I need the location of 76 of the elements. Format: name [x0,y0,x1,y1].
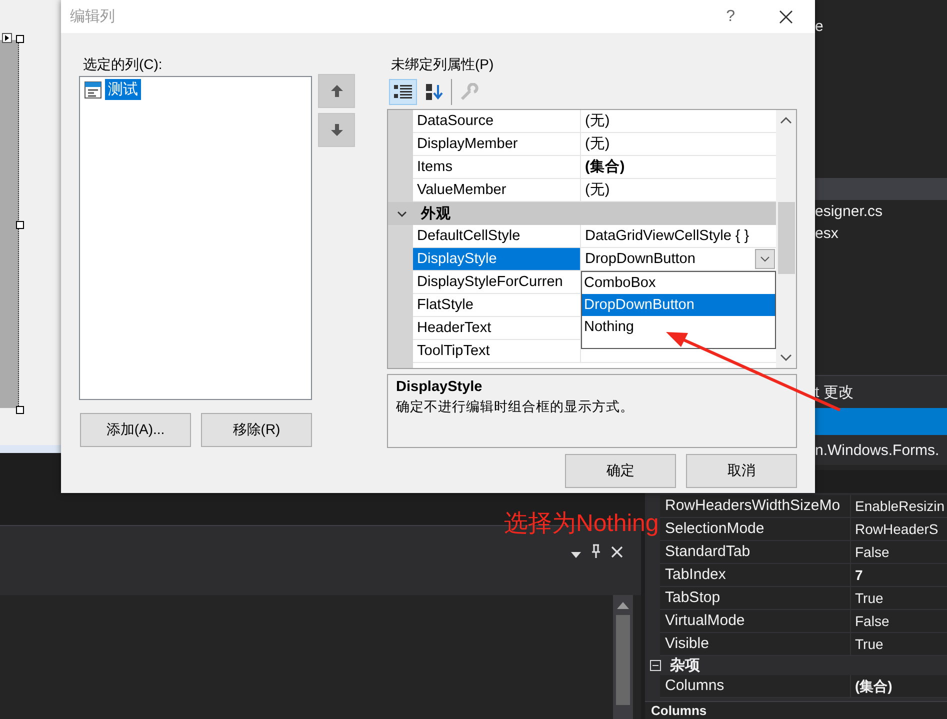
property-value[interactable]: RowHeaderS [851,518,947,540]
arrow-up-icon [330,85,342,97]
property-name[interactable]: ToolTipText [413,340,581,363]
property-value[interactable]: EnableResizin [851,495,947,517]
scroll-up-icon[interactable] [780,116,792,124]
property-name[interactable]: TabStop [660,587,851,609]
pin-icon[interactable] [591,544,601,558]
scroll-thumb[interactable] [616,615,630,705]
ok-button[interactable]: 确定 [565,454,676,488]
resize-handle[interactable] [16,406,24,414]
property-value[interactable]: False [851,610,947,632]
property-name[interactable]: FlatStyle [413,294,581,317]
resize-handle[interactable] [16,35,24,43]
property-value[interactable]: (集合) [851,675,947,697]
property-name[interactable]: DisplayStyleForCurren [413,271,581,294]
chevron-down-icon[interactable] [755,249,775,269]
property-name[interactable]: VirtualMode [660,610,851,632]
cancel-button[interactable]: 取消 [686,454,797,488]
collapse-icon[interactable] [650,660,661,671]
list-icon [393,83,413,101]
help-button[interactable]: ? [726,8,735,26]
remove-button[interactable]: 移除(R) [201,413,312,447]
property-name[interactable]: SelectionMode [660,518,851,540]
category-label: 外观 [421,205,451,223]
add-button[interactable]: 添加(A)... [80,413,191,447]
property-name[interactable]: DefaultCellStyle [413,225,581,248]
property-name[interactable]: RowHeadersWidthSizeMo [660,495,851,517]
dropdown-option[interactable]: DropDownButton [582,294,775,316]
property-name[interactable]: StandardTab [660,541,851,563]
sort-icon [424,83,444,101]
column-icon [84,80,102,98]
property-name[interactable]: DisplayStyle [413,248,581,271]
category-row[interactable]: 外观 [388,202,776,225]
explorer-item[interactable]: esigner.cs [815,203,947,220]
close-icon[interactable] [779,10,793,24]
property-name[interactable]: Visible [660,633,851,655]
property-name[interactable]: Columns [660,675,851,697]
changes-label: t 更改 [815,382,854,402]
property-name[interactable]: DisplayMember [413,133,581,156]
property-value[interactable]: (集合) [581,156,776,179]
columns-label: 选定的列(C): [82,56,164,74]
property-name[interactable]: Items [413,156,581,179]
wrench-icon [459,83,479,101]
property-value[interactable]: True [851,633,947,655]
dropdown-icon[interactable] [571,552,581,558]
description-title: DisplayStyle [396,379,484,395]
arrow-down-icon [330,124,342,136]
description-title: Columns [651,703,707,718]
property-value[interactable]: 7 [851,564,947,586]
scrollbar[interactable] [613,595,633,719]
move-up-button[interactable] [318,74,355,108]
dropdown-option[interactable]: ComboBox [582,272,775,294]
property-name[interactable]: TabIndex [660,564,851,586]
category-label: 杂项 [670,656,700,675]
dropdown-field[interactable]: DropDownButton [581,248,776,271]
scroll-up-icon[interactable] [617,601,629,609]
description-text: 确定不进行编辑时组合框的显示方式。 [396,398,635,416]
annotation-text: 选择为Nothing [504,511,659,537]
explorer-item[interactable]: esx [815,225,947,242]
type-name: n.Windows.Forms. [815,442,940,458]
property-value[interactable]: False [851,541,947,563]
property-name[interactable]: DataSource [413,110,581,133]
property-value[interactable]: True [851,587,947,609]
scroll-thumb[interactable] [778,202,794,274]
window-title: 编辑列 [70,7,116,26]
property-name[interactable]: HeaderText [413,317,581,340]
smart-tag-icon[interactable] [2,33,12,43]
explorer-item[interactable]: e [815,18,824,35]
dropdown-option[interactable]: Nothing [582,316,775,338]
list-item[interactable]: 测试 [105,79,141,100]
categorized-button[interactable] [389,79,417,105]
move-down-button[interactable] [318,113,355,147]
property-name[interactable]: ValueMember [413,179,581,202]
resize-handle[interactable] [16,221,24,229]
properties-label: 未绑定列属性(P) [390,56,495,74]
scroll-down-icon[interactable] [780,354,792,362]
